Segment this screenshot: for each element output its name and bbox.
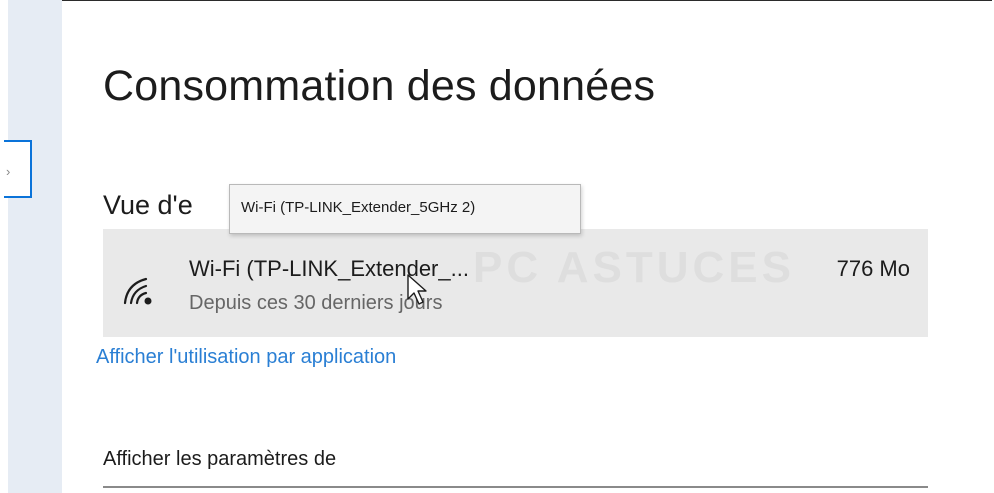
usage-per-app-link[interactable]: Afficher l'utilisation par application <box>96 346 396 369</box>
chevron-right-icon: › <box>6 164 11 179</box>
network-period: Depuis ces 30 derniers jours <box>189 292 443 314</box>
overview-heading: Vue d'e <box>103 190 193 220</box>
watermark-logo: PC ASTUCES <box>473 243 795 292</box>
navigation-pane-edge <box>0 0 8 493</box>
wifi-icon <box>123 277 152 305</box>
tooltip-text: Wi-Fi (TP-LINK_Extender_5GHz 2) <box>241 199 476 216</box>
network-usage-row[interactable]: PC ASTUCES Wi-Fi (TP-LINK_Extender_... D… <box>103 229 928 337</box>
nav-expand-button[interactable]: › <box>4 140 32 198</box>
mouse-cursor-icon <box>407 274 427 305</box>
settings-dropdown[interactable] <box>103 486 928 493</box>
navigation-pane: › <box>0 0 62 493</box>
page-title: Consommation des données <box>103 62 656 110</box>
network-tooltip: Wi-Fi (TP-LINK_Extender_5GHz 2) <box>229 184 581 234</box>
settings-label: Afficher les paramètres de <box>103 448 337 470</box>
data-usage-amount: 776 Mo <box>836 256 910 281</box>
